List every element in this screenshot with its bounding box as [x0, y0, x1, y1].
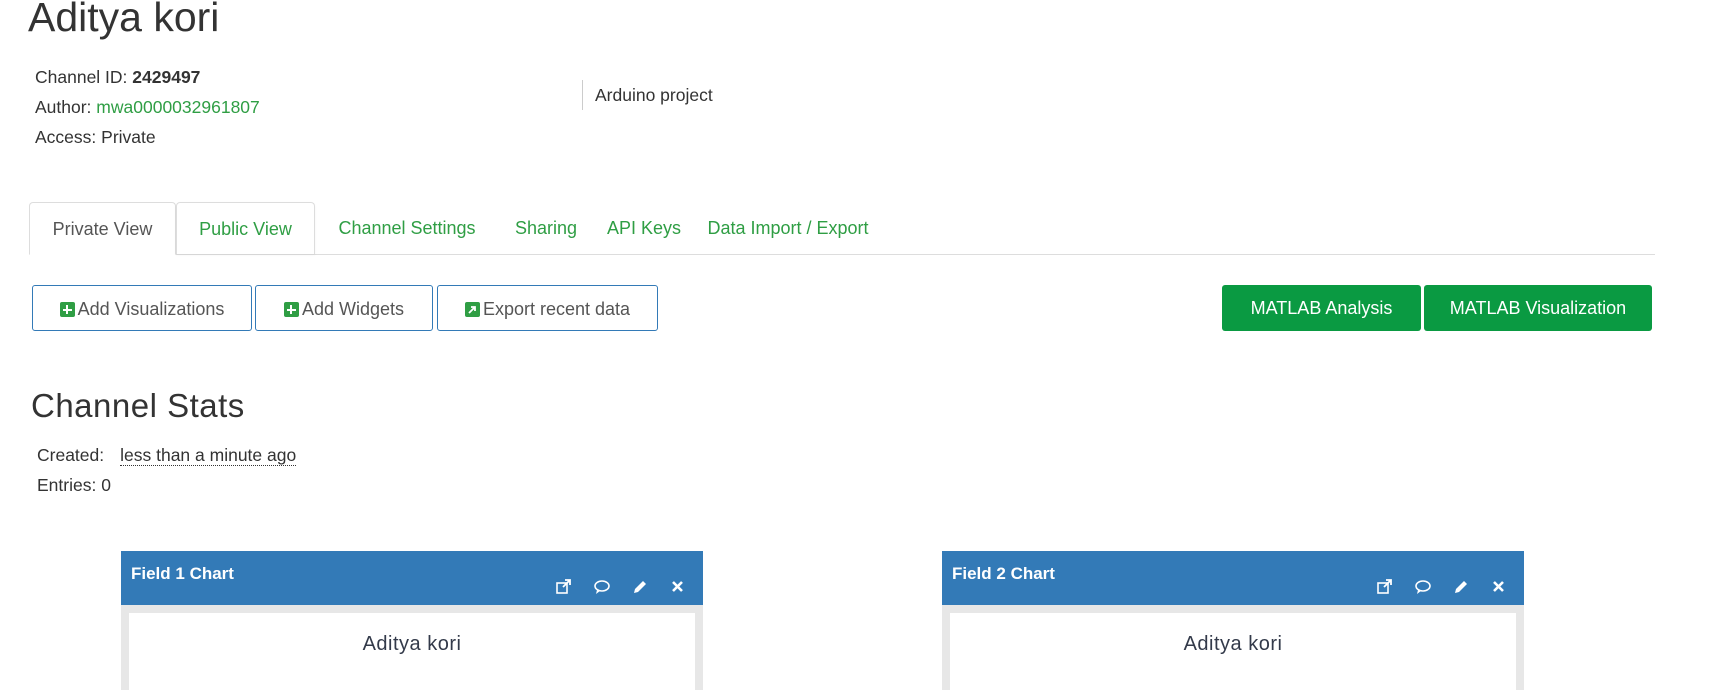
tab-public-view[interactable]: Public View: [176, 202, 315, 254]
entries-label: Entries:: [37, 475, 102, 495]
add-widgets-label: Add Widgets: [301, 299, 405, 319]
close-icon[interactable]: [669, 567, 687, 592]
channel-description: Arduino project: [582, 80, 713, 110]
tab-private-view[interactable]: Private View: [29, 202, 176, 255]
access-label: Access:: [35, 127, 102, 147]
created-value: less than a minute ago: [120, 445, 297, 466]
author-link[interactable]: mwa0000032961807: [96, 97, 259, 117]
chart-header-icons: [1376, 567, 1508, 594]
close-icon[interactable]: [1490, 567, 1508, 592]
channel-id-row: Channel ID: 2429497: [35, 62, 260, 92]
chart-header: Field 1 Chart: [121, 551, 703, 605]
access-row: Access: Private: [35, 122, 260, 152]
access-value: Private: [101, 127, 156, 147]
plus-square-icon: [283, 302, 299, 317]
chart-header-title: Field 1 Chart: [131, 564, 234, 583]
channel-id-value: 2429497: [132, 67, 201, 87]
channel-id-label: Channel ID:: [35, 67, 133, 87]
matlab-visualization-button[interactable]: MATLAB Visualization: [1424, 285, 1652, 331]
created-label: Created:: [37, 445, 105, 465]
entries-row: Entries: 0: [37, 470, 296, 500]
tab-api-keys[interactable]: API Keys: [599, 202, 689, 253]
matlab-analysis-button[interactable]: MATLAB Analysis: [1222, 285, 1421, 331]
channel-tabs: Private View Public View Channel Setting…: [29, 202, 1655, 255]
export-recent-data-button[interactable]: Export recent data: [437, 285, 658, 331]
channel-info: Channel ID: 2429497 Author: mwa000003296…: [35, 62, 260, 152]
tab-data-import-export[interactable]: Data Import / Export: [699, 202, 877, 253]
chart-header-title: Field 2 Chart: [952, 564, 1055, 583]
pencil-icon[interactable]: [631, 567, 649, 593]
field-1-chart-widget: Field 1 Chart Aditya kori: [121, 551, 703, 690]
tab-sharing[interactable]: Sharing: [503, 202, 589, 253]
chart-body: Aditya kori: [129, 613, 695, 690]
chart-title: Aditya kori: [362, 633, 462, 655]
plus-square-icon: [59, 302, 75, 317]
author-label: Author:: [35, 97, 97, 117]
tab-channel-settings[interactable]: Channel Settings: [321, 202, 493, 253]
field-2-chart-widget: Field 2 Chart Aditya kori: [942, 551, 1524, 690]
comment-icon[interactable]: [593, 567, 611, 594]
chart-header-icons: [555, 567, 687, 594]
export-icon: [464, 302, 480, 317]
external-link-icon[interactable]: [1376, 567, 1394, 594]
external-link-icon[interactable]: [555, 567, 573, 594]
created-row: Created: less than a minute ago: [37, 440, 297, 470]
add-visualizations-label: Add Visualizations: [77, 299, 225, 319]
channel-stats-title: Channel Stats: [31, 387, 245, 424]
channel-page: Aditya kori Channel ID: 2429497 Author: …: [0, 0, 1736, 690]
channel-title: Aditya kori: [28, 0, 220, 40]
chart-header: Field 2 Chart: [942, 551, 1524, 605]
author-row: Author: mwa0000032961807: [35, 92, 260, 122]
chart-title: Aditya kori: [1183, 633, 1283, 655]
chart-body: Aditya kori: [950, 613, 1516, 690]
channel-stats: Created: less than a minute ago Entries: …: [37, 440, 297, 500]
pencil-icon[interactable]: [1452, 567, 1470, 593]
export-recent-data-label: Export recent data: [482, 299, 631, 319]
add-widgets-button[interactable]: Add Widgets: [255, 285, 433, 331]
comment-icon[interactable]: [1414, 567, 1432, 594]
entries-value: 0: [101, 475, 111, 495]
add-visualizations-button[interactable]: Add Visualizations: [32, 285, 252, 331]
